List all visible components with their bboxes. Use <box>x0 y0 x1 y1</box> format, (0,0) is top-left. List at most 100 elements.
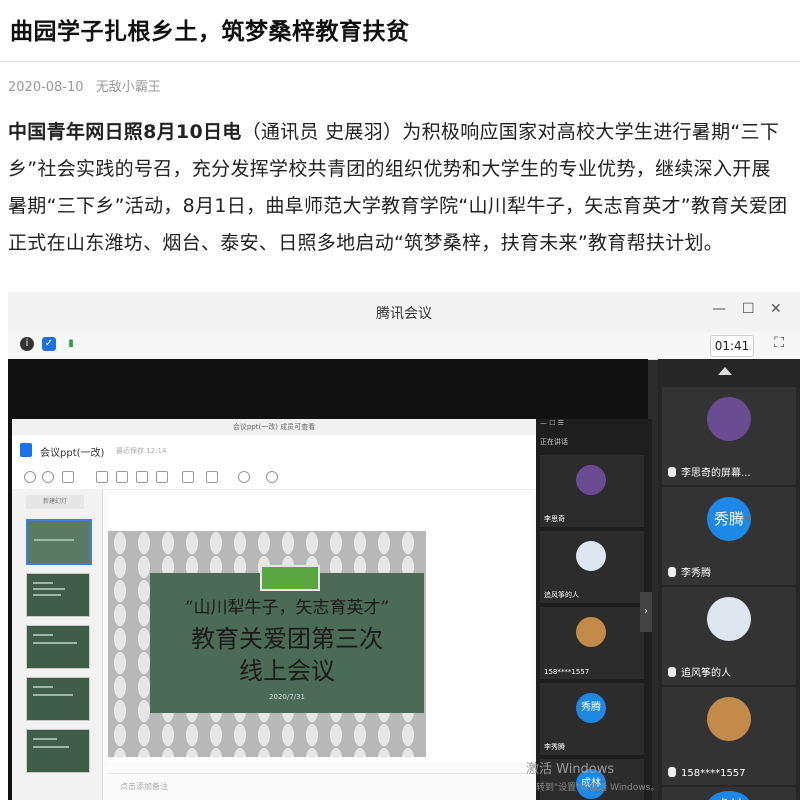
ppt-saved-status: 最近保存 12:14 <box>116 447 167 455</box>
windows-activation-hint: 转到"设置"以激活 Windows。 <box>536 783 660 793</box>
participant-label: 追风筝的人 <box>668 664 731 679</box>
speaking-label: 正在讲话 <box>540 438 568 446</box>
textbox-icon[interactable] <box>136 471 148 483</box>
slide-thumb[interactable] <box>26 519 92 565</box>
inner-participant-panel: — ☐ ☰ 正在讲话 李思奇 追风筝的人 158****1557 秀腾 李秀腾 … <box>536 419 652 800</box>
scroll-up-icon[interactable] <box>718 367 732 375</box>
thumb-line <box>33 686 53 688</box>
inner-participant-tile[interactable]: 秀腾 李秀腾 <box>540 683 644 755</box>
article-body: 中国青年网日照8月10日电（通讯员 史展羽）为积极响应国家对高校大学生进行暑期“… <box>8 114 790 262</box>
thumb-line <box>33 634 53 636</box>
participant-label: 158****1557 <box>668 767 746 779</box>
comment-icon[interactable] <box>266 471 278 483</box>
avatar <box>707 397 751 441</box>
shape-icon[interactable] <box>182 471 194 483</box>
participant-tile[interactable]: 成林 <box>662 787 796 800</box>
avatar: 秀腾 <box>576 693 606 723</box>
thumb-line <box>33 582 53 584</box>
participant-name: 追风筝的人 <box>544 591 579 599</box>
participant-name: 李秀腾 <box>544 743 565 751</box>
meeting-window-title: 腾讯会议 <box>376 306 432 322</box>
participant-name: 158****1557 <box>544 668 590 676</box>
ppt-window: 会议ppt(一改) 成员可查看 会议ppt(一改) 最近保存 12:14 新建幻… <box>12 419 536 800</box>
link-icon[interactable] <box>238 471 250 483</box>
meeting-titlebar: 腾讯会议 — ☐ ✕ <box>8 292 800 333</box>
participant-label: 李思奇的屏幕... <box>668 464 751 479</box>
ppt-doc-name[interactable]: 会议ppt(一改) <box>40 444 104 459</box>
inner-participant-tile[interactable]: 158****1557 <box>540 607 644 679</box>
meeting-toolbar: i ✓ ▮ 01:41 ⛶ <box>8 332 800 360</box>
windows-activation-watermark: 激活 Windows <box>526 762 615 777</box>
participant-name: 李思奇的屏幕... <box>681 468 751 479</box>
mic-icon <box>668 667 676 677</box>
thumb-line <box>33 642 77 644</box>
avatar: 成林 <box>707 791 751 800</box>
participant-name: 李秀腾 <box>681 568 711 579</box>
article-meta: 2020-08-10 无敌小霸王 <box>0 62 800 104</box>
article-title: 曲园学子扎根乡土，筑梦桑梓教育扶贫 <box>0 0 800 62</box>
new-slide-icon[interactable] <box>96 471 108 483</box>
thumb-line <box>33 588 65 590</box>
undo-icon[interactable] <box>24 471 36 483</box>
inner-panel-controls: — ☐ ☰ <box>540 419 565 427</box>
thumb-line <box>34 539 74 541</box>
participant-name: 追风筝的人 <box>681 668 731 679</box>
mic-icon <box>668 467 676 477</box>
scroll-right-icon[interactable]: › <box>640 592 652 632</box>
slide-line-3: 线上会议 <box>239 657 335 685</box>
slide-thumb[interactable] <box>26 573 90 617</box>
format-painter-icon[interactable] <box>62 471 74 483</box>
layout-icon[interactable] <box>116 471 128 483</box>
ppt-header: 会议ppt(一改) 最近保存 12:14 <box>12 435 536 466</box>
participant-label: 李秀腾 <box>668 564 711 579</box>
avatar <box>576 617 606 647</box>
participant-panel: 李思奇的屏幕... 秀腾 李秀腾 追风筝的人 158****1557 成林 <box>658 359 800 800</box>
inner-participant-tile[interactable]: 追风筝的人 <box>540 531 644 603</box>
participant-name: 158****1557 <box>681 768 746 779</box>
image-icon[interactable] <box>156 471 168 483</box>
docs-logo-icon <box>20 443 32 457</box>
inner-participant-tile[interactable]: 李思奇 <box>540 455 644 527</box>
thumb-line <box>33 738 57 740</box>
signal-icon[interactable]: ▮ <box>64 337 78 351</box>
current-slide[interactable]: “山川犁牛子，矢志育英才” 教育关爱团第三次 线上会议 2020/7/31 <box>108 531 426 757</box>
slide-thumb[interactable] <box>26 625 90 669</box>
info-icon[interactable]: i <box>20 337 34 351</box>
avatar: 秀腾 <box>707 497 751 541</box>
minimize-button[interactable]: — <box>712 301 726 317</box>
mic-icon <box>668 767 676 777</box>
table-icon[interactable] <box>206 471 218 483</box>
article-author[interactable]: 无敌小霸王 <box>96 80 161 95</box>
avatar <box>707 697 751 741</box>
slide-line-1: “山川犁牛子，矢志育英才” <box>184 598 390 618</box>
participant-name: 李思奇 <box>544 515 565 523</box>
article-date: 2020-08-10 <box>8 80 84 95</box>
slide-date: 2020/7/31 <box>269 693 305 701</box>
meeting-timer: 01:41 <box>710 335 754 357</box>
notes-field[interactable]: 点击添加备注 <box>108 773 528 799</box>
avatar <box>576 465 606 495</box>
slide-thumb[interactable] <box>26 677 90 721</box>
ppt-top-caption: 会议ppt(一改) 成员可查看 <box>12 419 536 435</box>
shield-icon[interactable]: ✓ <box>42 337 56 351</box>
meeting-screenshot: 腾讯会议 — ☐ ✕ i ✓ ▮ 01:41 ⛶ 会议ppt(一改) 成员可查看… <box>8 292 800 800</box>
redo-icon[interactable] <box>42 471 54 483</box>
avatar <box>707 597 751 641</box>
participant-tile[interactable]: 追风筝的人 <box>662 587 796 685</box>
participant-tile[interactable]: 李思奇的屏幕... <box>662 387 796 485</box>
slide-line-2: 教育关爱团第三次 <box>191 625 383 653</box>
thumb-line <box>33 694 73 696</box>
slide-green-tab <box>260 565 320 591</box>
article-lead: 中国青年网日照8月10日电 <box>8 121 242 143</box>
fullscreen-icon[interactable]: ⛶ <box>774 335 784 351</box>
maximize-button[interactable]: ☐ <box>742 301 755 317</box>
participant-tile[interactable]: 秀腾 李秀腾 <box>662 487 796 585</box>
close-button[interactable]: ✕ <box>770 301 782 317</box>
participant-tile[interactable]: 158****1557 <box>662 687 796 785</box>
thumb-line <box>33 594 61 596</box>
slide-thumb[interactable] <box>26 729 90 773</box>
new-slide-button[interactable]: 新建幻灯 <box>26 495 84 509</box>
avatar <box>576 541 606 571</box>
thumb-line <box>33 746 69 748</box>
mic-icon <box>668 567 676 577</box>
